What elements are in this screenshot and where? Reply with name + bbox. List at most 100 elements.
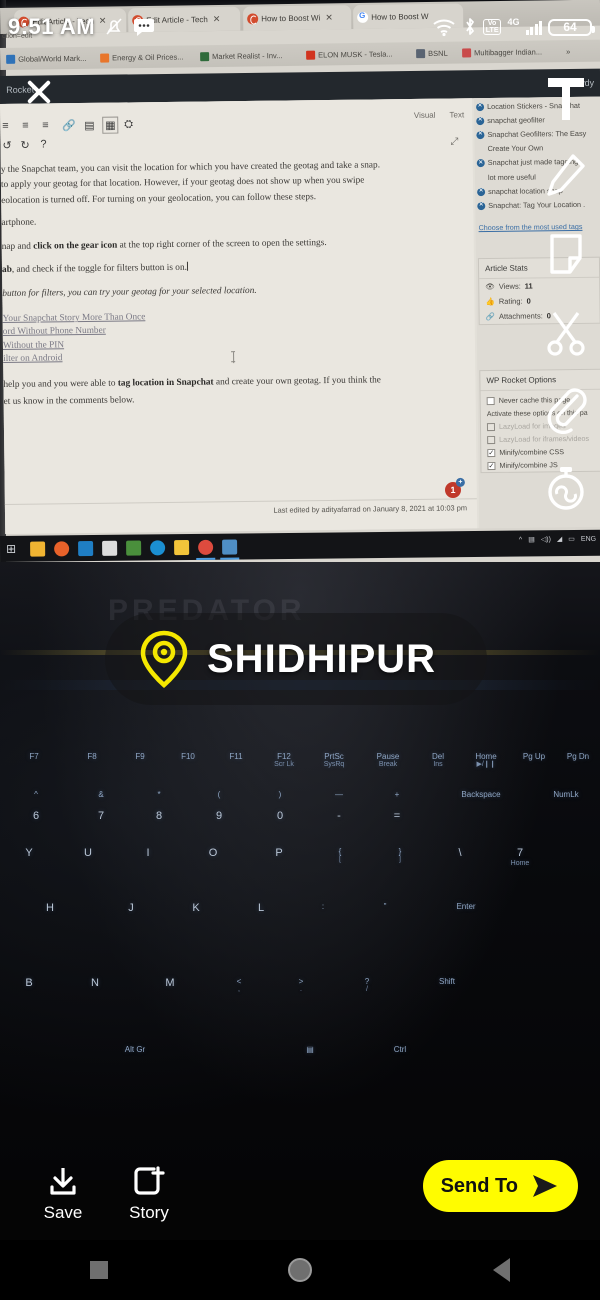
- sticker-icon[interactable]: [540, 216, 592, 294]
- bookmark-item[interactable]: Global/World Mark...: [6, 51, 86, 66]
- key-altgr: Alt Gr: [124, 1045, 146, 1054]
- send-to-label: Send To: [440, 1174, 518, 1197]
- keyboard-row-q: Y U I O P {[ }] \ 7 Home: [0, 847, 600, 868]
- send-to-button[interactable]: Send To: [422, 1160, 578, 1212]
- volte-icon: Vo LTE: [482, 18, 502, 36]
- keyboard-row-z: B N M <, >. ? / Shift: [0, 977, 600, 994]
- remove-tag-icon[interactable]: ✕: [476, 159, 485, 168]
- add-to-story-icon: [134, 1166, 165, 1195]
- step-italic: button for filters, you can try your geo…: [2, 285, 257, 299]
- redo-icon[interactable]: ↻: [20, 139, 29, 152]
- tray-volume-icon[interactable]: ◁)): [541, 535, 551, 543]
- closing-bold: tag location in Snapchat: [117, 377, 214, 389]
- envelope-icon[interactable]: [102, 540, 118, 556]
- start-button-icon[interactable]: ⊞: [6, 541, 21, 556]
- tray-wifi-icon[interactable]: ◢: [557, 535, 562, 543]
- step-bold: ab: [1, 265, 12, 276]
- key-home: Home ▶/❙❙: [475, 752, 497, 769]
- align-center-icon[interactable]: ≡: [22, 120, 29, 132]
- editor-content-area[interactable]: y the Snapchat team, you can visit the l…: [1, 158, 477, 464]
- recents-square-icon[interactable]: [90, 1261, 109, 1279]
- remove-tag-icon[interactable]: ✕: [477, 187, 486, 196]
- timer-stopwatch-icon[interactable]: [540, 450, 592, 528]
- key-6: 6: [32, 810, 40, 822]
- eye-icon: 👁: [485, 281, 495, 292]
- last-edited-note: Last edited by adityafarrad on January 8…: [4, 498, 478, 518]
- bookmark-item[interactable]: BSNL: [416, 46, 448, 60]
- bookmarks-overflow[interactable]: »: [566, 44, 570, 58]
- notes-app-icon[interactable]: [126, 540, 142, 556]
- key-sym-dash: —: [335, 790, 343, 799]
- sticky-notes-icon[interactable]: [174, 539, 190, 555]
- stat-label: Attachments:: [498, 311, 543, 321]
- keyboard-number-row-symbols: ^ & * ( ) — + Backspace NumLk: [0, 790, 600, 799]
- align-left-icon[interactable]: ≡: [2, 120, 9, 132]
- distraction-free-icon[interactable]: ⛭: [124, 118, 133, 131]
- back-triangle-icon[interactable]: [492, 1258, 510, 1282]
- network-type-label: 4G: [507, 17, 520, 27]
- bookmark-item[interactable]: ELON MUSK - Tesla...: [306, 47, 393, 62]
- chrome-icon[interactable]: [198, 539, 214, 555]
- story-button[interactable]: Story: [106, 1165, 192, 1223]
- key-del: Del Ins: [431, 752, 444, 769]
- align-right-icon[interactable]: ≡: [42, 119, 49, 131]
- tray-language-label[interactable]: ENG: [581, 535, 596, 542]
- file-explorer-icon[interactable]: [30, 541, 46, 557]
- location-pin-icon: [140, 630, 188, 688]
- geotag-sticker[interactable]: SHIDHIPUR: [105, 613, 487, 705]
- reader-app-icon[interactable]: [222, 539, 238, 555]
- key-prtsc: PrtSc SysRq: [323, 752, 345, 769]
- tray-expand-icon[interactable]: ^: [519, 536, 522, 543]
- draw-pencil-icon[interactable]: [540, 138, 592, 216]
- paperclip-icon[interactable]: [540, 372, 592, 450]
- keyboard-bottom-row: Alt Gr ▤ Ctrl: [0, 1045, 600, 1054]
- key-o: O: [208, 847, 218, 859]
- checkbox-icon[interactable]: ✓: [487, 448, 496, 457]
- text-tool-icon[interactable]: [540, 60, 592, 138]
- key-sym-caret: ^: [34, 790, 38, 799]
- save-button[interactable]: Save: [20, 1165, 106, 1223]
- remove-tag-icon[interactable]: ✕: [476, 117, 485, 126]
- key-enter: Enter: [456, 902, 476, 911]
- android-navigation-bar: [0, 1240, 600, 1300]
- scissors-icon[interactable]: [540, 294, 592, 372]
- signal-strength-icon: [525, 20, 542, 35]
- bookmark-label: Energy & Oil Prices...: [112, 51, 184, 62]
- key-f7: F7: [29, 752, 39, 761]
- home-circle-icon[interactable]: [288, 1258, 313, 1282]
- bookmark-item[interactable]: Energy & Oil Prices...: [100, 49, 183, 64]
- mail-icon[interactable]: [78, 540, 94, 556]
- close-icon[interactable]: [22, 75, 56, 109]
- key-pause: Pause Break: [376, 752, 400, 769]
- bookmark-favicon: [306, 50, 316, 60]
- key-m: M: [165, 977, 175, 989]
- checkbox-icon[interactable]: ✓: [487, 461, 496, 470]
- captured-photo-laptop-screen: Edit Article - Tech ✕ Edit Article - Tec…: [0, 0, 600, 583]
- tray-keyboard-icon[interactable]: ▭: [568, 535, 575, 543]
- remove-tag-icon[interactable]: ✕: [477, 201, 486, 210]
- editor-step-line: nap and click on the gear icon at the to…: [2, 235, 474, 254]
- read-more-icon[interactable]: ▤: [84, 119, 95, 132]
- tray-network-icon[interactable]: ▤: [528, 535, 535, 543]
- remove-tag-icon[interactable]: ✕: [476, 103, 485, 112]
- remove-tag-icon[interactable]: ✕: [476, 131, 485, 140]
- tab-visual[interactable]: Visual: [414, 111, 436, 120]
- tab-text[interactable]: Text: [449, 110, 464, 119]
- bookmark-item[interactable]: Multibagger Indian...: [462, 44, 542, 59]
- bookmark-item[interactable]: Market Realist - Inv...: [200, 48, 282, 63]
- keyboard-function-row: F7 F8 F9 F10 F11 F12 Scr Lk PrtSc SysRq Pa…: [0, 752, 600, 769]
- key-f10: F10: [181, 752, 195, 761]
- keyboard-shortcuts-icon[interactable]: ▦: [102, 116, 119, 134]
- comment-notification-badge[interactable]: 1 +: [444, 477, 465, 499]
- send-arrow-icon: [533, 1175, 557, 1197]
- edge-icon[interactable]: [150, 539, 166, 555]
- insert-link-icon[interactable]: 🔗: [62, 119, 76, 132]
- stat-value: 0: [526, 296, 531, 306]
- key-rbracket: }]: [398, 847, 402, 864]
- help-icon[interactable]: ?: [40, 138, 46, 150]
- checkbox-icon[interactable]: [486, 396, 495, 405]
- undo-icon[interactable]: ↺: [2, 139, 11, 152]
- status-bar-clock: 9:51 AM: [8, 14, 96, 39]
- firefox-icon[interactable]: [54, 540, 70, 556]
- fullscreen-icon[interactable]: ⤢: [450, 136, 458, 147]
